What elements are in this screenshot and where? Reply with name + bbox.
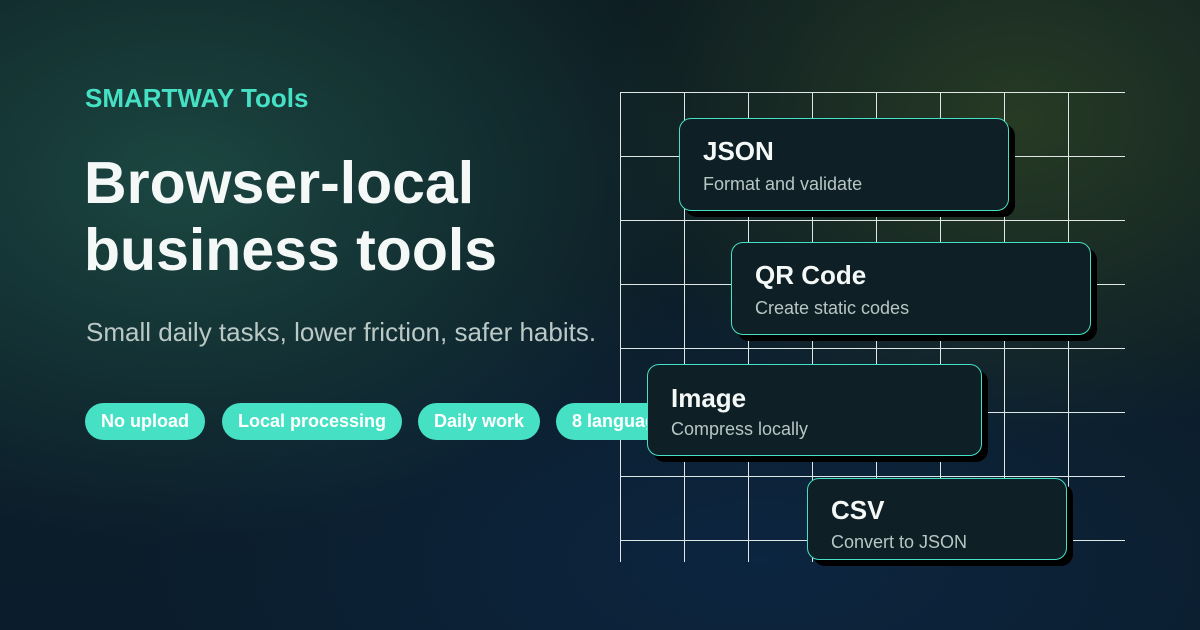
chip-local-processing: Local processing bbox=[222, 403, 403, 440]
tool-card-title: JSON bbox=[703, 136, 774, 166]
chip-daily-work: Daily work bbox=[418, 403, 541, 440]
tool-card-title: Image bbox=[671, 383, 747, 413]
tool-card-title: CSV bbox=[831, 495, 885, 525]
tool-card-description: Convert to JSON bbox=[831, 532, 968, 552]
tool-card-image[interactable]: Image Compress locally bbox=[647, 364, 982, 456]
tool-card-csv[interactable]: CSV Convert to JSON bbox=[807, 478, 1067, 560]
tool-card-description: Create static codes bbox=[755, 298, 910, 318]
tool-card-description: Compress locally bbox=[671, 419, 809, 439]
brand-name: SMARTWAY Tools bbox=[85, 83, 309, 113]
hero-subtitle: Small daily tasks, lower friction, safer… bbox=[86, 317, 597, 347]
hero-title-line-2: business tools bbox=[84, 217, 498, 283]
hero-title-line-1: Browser-local bbox=[84, 150, 475, 216]
tool-card-description: Format and validate bbox=[703, 174, 863, 194]
tool-card-qr-code[interactable]: QR Code Create static codes bbox=[731, 242, 1091, 335]
chip-no-upload: No upload bbox=[85, 403, 205, 440]
tool-card-title: QR Code bbox=[755, 260, 867, 290]
tool-card-json[interactable]: JSON Format and validate bbox=[679, 118, 1009, 211]
hero-title: Browser-local business tools bbox=[84, 150, 604, 284]
